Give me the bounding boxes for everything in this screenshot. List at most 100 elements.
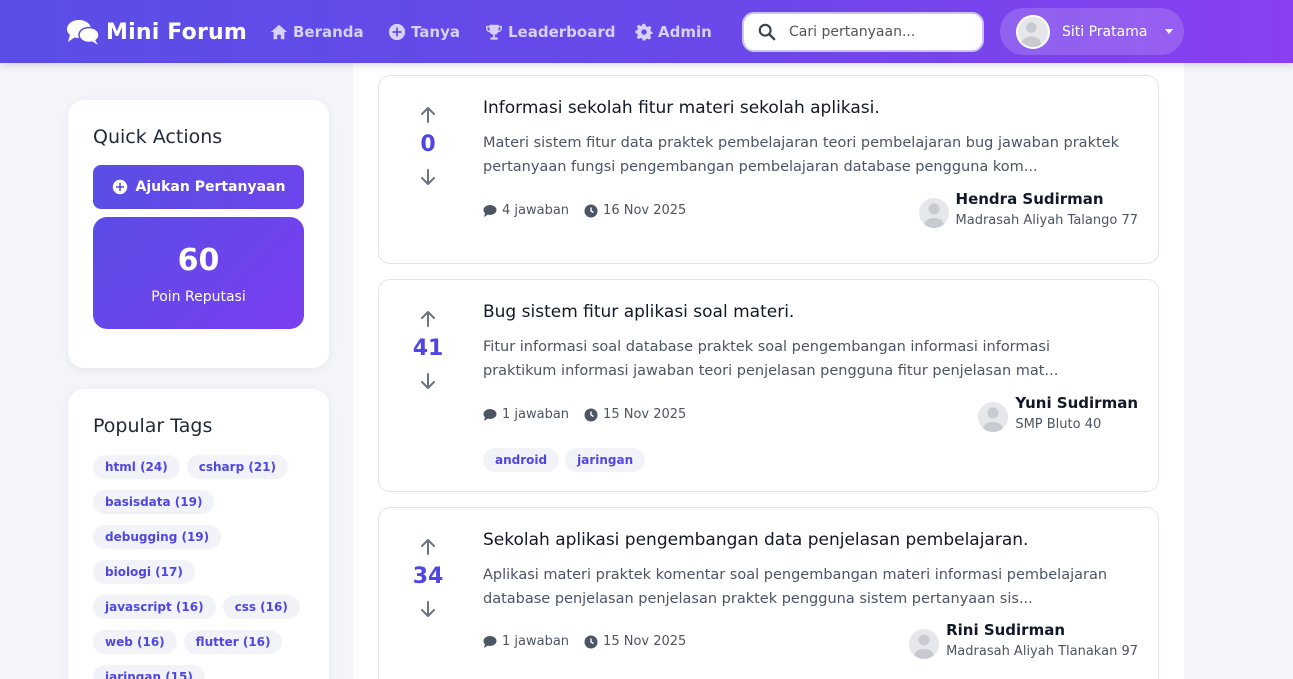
tag-chip[interactable]: web (16) [93,630,177,654]
plus-circle-icon [388,23,406,41]
arrow-down-icon[interactable] [419,600,437,618]
arrow-down-icon[interactable] [419,372,437,390]
question-excerpt: Fitur informasi soal database praktek so… [483,339,1059,379]
user-avatar-icon [983,407,1004,432]
popular-tags-title: Popular Tags [93,415,213,437]
nav-link-label: Tanya [411,23,460,41]
tag-chip[interactable]: basisdata (19) [93,490,215,514]
brand-name: Mini Forum [106,19,247,45]
search-box[interactable] [742,12,984,52]
question-meta: 4 jawaban 16 Nov 2025 [483,203,701,218]
avatar [1016,14,1050,49]
tag-chip[interactable]: csharp (21) [186,455,288,479]
question-excerpt: Aplikasi materi praktek komentar soal pe… [483,567,1108,607]
answer-count: 1 jawaban [483,634,569,649]
clock-icon [584,635,598,648]
author-block[interactable]: Yuni Sudirman SMP Bluto 40 [978,394,1138,432]
user-menu[interactable]: Siti Pratama [1000,8,1184,55]
tag-chip[interactable]: jaringan (15) [93,665,205,679]
question-title[interactable]: Informasi sekolah fitur materi sekolah a… [483,98,880,118]
answer-count: 1 jawaban [483,407,569,422]
question-title[interactable]: Bug sistem fitur aplikasi soal materi. [483,302,794,322]
tag-chip[interactable]: javascript (16) [93,595,216,619]
author-school: Madrasah Aliyah Talango 77 [955,213,1138,228]
quick-actions-card: Quick Actions Ajukan Pertanyaan 60 Poin … [68,100,329,368]
reputation-label: Poin Reputasi [151,289,246,305]
reputation-box: 60 Poin Reputasi [93,217,304,329]
comment-icon [483,408,497,421]
user-avatar-icon [914,634,935,659]
tag-list: html (24) csharp (21) basisdata (19) deb… [93,455,313,679]
trophy-icon [486,24,502,40]
vote-widget: 41 [407,310,449,390]
nav-link-tanya[interactable]: Tanya [388,21,460,43]
tag-chip[interactable]: flutter (16) [183,630,283,654]
question-date: 16 Nov 2025 [584,203,686,218]
author-name[interactable]: Hendra Sudirman [956,190,1138,208]
plus-circle-icon [112,179,127,195]
author-block[interactable]: Rini Sudirman Madrasah Aliyah Tlanakan 9… [909,621,1138,659]
question-tags: android jaringan [483,448,646,472]
nav-link-admin[interactable]: Admin [635,21,712,43]
nav-link-beranda[interactable]: Beranda [270,21,364,43]
top-navbar: Mini Forum Beranda Tanya Leaderboard Adm… [0,0,1293,63]
question-meta: 1 jawaban 15 Nov 2025 [483,407,701,422]
avatar [978,402,1009,432]
nav-link-leaderboard[interactable]: Leaderboard [485,21,615,43]
quick-actions-title: Quick Actions [93,126,223,148]
question-date: 15 Nov 2025 [584,634,686,649]
vote-count: 0 [420,132,436,157]
question-excerpt: Materi sistem fitur data praktek pembela… [483,135,1119,175]
arrow-down-icon[interactable] [419,168,437,186]
tag-chip[interactable]: html (24) [93,455,180,479]
question-date: 15 Nov 2025 [584,407,686,422]
arrow-up-icon[interactable] [419,310,437,328]
chevron-down-icon[interactable] [1165,29,1174,34]
vote-widget: 34 [407,538,449,618]
reputation-value: 60 [177,243,220,278]
answer-count-text: 1 jawaban [502,634,570,649]
nav-link-label: Admin [658,23,712,41]
author-school: Madrasah Aliyah Tlanakan 97 [946,644,1138,659]
tag-chip[interactable]: jaringan [565,448,646,472]
clock-icon [584,408,598,421]
answer-count-text: 4 jawaban [502,203,570,218]
ask-question-button[interactable]: Ajukan Pertanyaan [93,165,304,209]
arrow-up-icon[interactable] [419,106,437,124]
question-date-text: 15 Nov 2025 [603,634,687,649]
user-name: Siti Pratama [1062,23,1148,40]
tag-chip[interactable]: android [483,448,560,472]
author-name[interactable]: Yuni Sudirman [1015,394,1138,412]
comments-icon [67,20,100,45]
question-title[interactable]: Sekolah aplikasi pengembangan data penje… [483,530,1028,550]
nav-link-label: Leaderboard [508,23,616,41]
home-icon [270,24,288,40]
vote-widget: 0 [407,106,449,186]
search-icon [758,23,776,41]
question-card[interactable]: 34 Sekolah aplikasi pengembangan data pe… [378,507,1159,679]
tag-chip[interactable]: css (16) [222,595,300,619]
search-input[interactable] [789,24,959,40]
arrow-up-icon[interactable] [419,538,437,556]
tag-chip[interactable]: debugging (19) [93,525,222,549]
popular-tags-card: Popular Tags html (24) csharp (21) basis… [68,389,329,679]
tag-chip[interactable]: biologi (17) [93,560,195,584]
answer-count: 4 jawaban [483,203,569,218]
comment-icon [483,635,497,648]
author-school: SMP Bluto 40 [1015,417,1102,432]
question-card[interactable]: 0 Informasi sekolah fitur materi sekolah… [378,75,1159,264]
ask-question-label: Ajukan Pertanyaan [135,179,286,195]
avatar [918,198,949,228]
gear-icon [635,23,653,41]
user-avatar-icon [1021,21,1041,47]
vote-count: 41 [412,336,444,361]
comment-icon [483,204,497,217]
brand-logo[interactable]: Mini Forum [66,17,247,47]
author-block[interactable]: Hendra Sudirman Madrasah Aliyah Talango … [918,190,1138,228]
question-card[interactable]: 41 Bug sistem fitur aplikasi soal materi… [378,279,1159,492]
user-avatar-icon [923,203,944,228]
answer-count-text: 1 jawaban [502,407,570,422]
question-meta: 1 jawaban 15 Nov 2025 [483,634,701,649]
author-name[interactable]: Rini Sudirman [946,621,1138,639]
question-date-text: 16 Nov 2025 [603,203,687,218]
